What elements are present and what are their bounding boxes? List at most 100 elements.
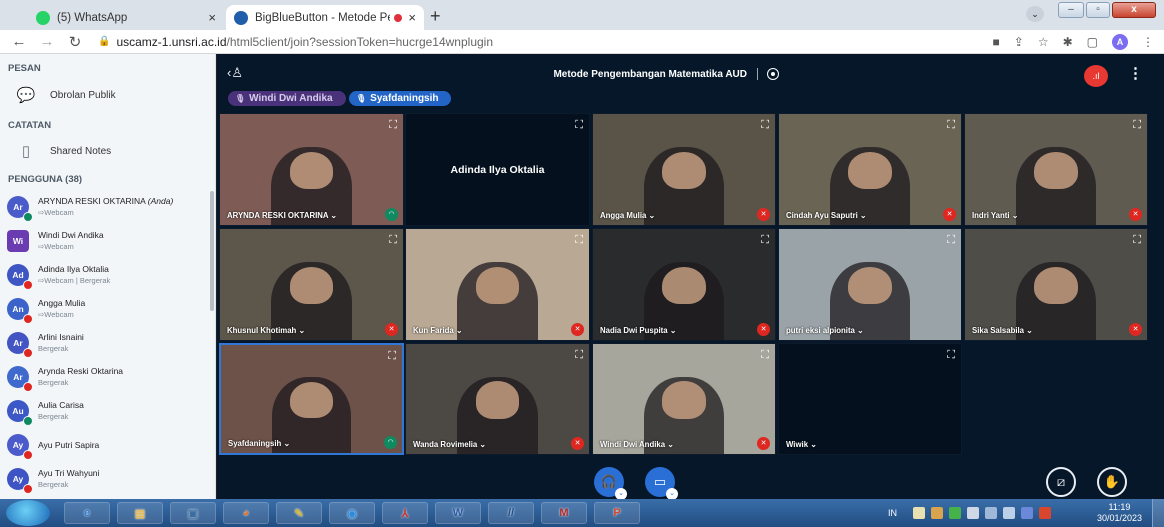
volume-icon[interactable]	[985, 507, 997, 519]
user-list-scrollbar[interactable]	[210, 191, 214, 311]
raise-hand-button[interactable]: ✋	[1097, 467, 1127, 497]
options-menu-icon[interactable]: ⋮	[1128, 64, 1143, 82]
menu-icon[interactable]: ⋮	[1142, 35, 1154, 49]
user-list-item[interactable]: Ar ARYNDA RESKI OKTARINA (Anda) ⇨Webcam	[0, 190, 214, 224]
fullscreen-icon[interactable]: ⛶	[947, 234, 955, 247]
participant-name[interactable]: Windi Dwi Andika ⌄	[600, 440, 674, 449]
back-button[interactable]: ←	[10, 33, 28, 50]
participant-name[interactable]: Wanda Rovimelia ⌄	[413, 440, 486, 449]
participant-name[interactable]: Khusnul Khotimah ⌄	[227, 326, 305, 335]
fullscreen-icon[interactable]: ⛶	[575, 119, 583, 132]
taskbar-app-button[interactable]: M	[541, 502, 587, 524]
user-list-item[interactable]: Ad Adinda Ilya Oktalia ⇨Webcam | Bergerak	[0, 258, 214, 292]
video-tile[interactable]: Nadia Dwi Puspita ⌄ ⛶ ✕	[592, 228, 776, 341]
sidepanel-icon[interactable]: ▢	[1087, 35, 1098, 49]
tab-bigbluebutton[interactable]: BigBlueButton - Metode Pen ×	[226, 5, 424, 30]
participant-name[interactable]: Cindah Ayu Saputri ⌄	[786, 211, 866, 220]
video-tile[interactable]: ARYNDA RESKI OKTARINA ⌄ ⛶ ◠	[219, 113, 404, 226]
taskbar-app-button[interactable]: ◕	[223, 502, 269, 524]
drive-icon[interactable]	[949, 507, 961, 519]
participant-name[interactable]: Sika Salsabila ⌄	[972, 326, 1033, 335]
taskbar-app-button[interactable]: ▤	[117, 502, 163, 524]
tab-whatsapp[interactable]: (5) WhatsApp ×	[28, 5, 224, 30]
taskbar-app-button[interactable]: ▣	[170, 502, 216, 524]
close-window-button[interactable]: x	[1112, 2, 1156, 18]
participant-name[interactable]: ARYNDA RESKI OKTARINA ⌄	[227, 211, 337, 220]
close-tab-icon[interactable]: ×	[408, 10, 416, 25]
webcam-button[interactable]: ▭ ⌄	[645, 467, 678, 500]
taskbar-app-button[interactable]: W	[435, 502, 481, 524]
video-tile[interactable]: Wanda Rovimelia ⌄ ⛶ ✕	[405, 343, 590, 455]
participant-name[interactable]: Nadia Dwi Puspita ⌄	[600, 326, 676, 335]
public-chat-item[interactable]: 💬 Obrolan Publik	[0, 84, 214, 106]
video-tile[interactable]: Cindah Ayu Saputri ⌄ ⛶ ✕	[778, 113, 962, 226]
screenshare-button[interactable]: ⧄	[1046, 467, 1076, 497]
video-tile[interactable]: Kun Farida ⌄ ⛶ ✕	[405, 228, 590, 341]
star-icon[interactable]: ☆	[1038, 35, 1049, 49]
fullscreen-icon[interactable]: ⛶	[761, 349, 769, 362]
user-list-item[interactable]: Ay Ayu Putri Sapira	[0, 428, 214, 462]
taskbar-app-button[interactable]: ◉	[329, 502, 375, 524]
start-button[interactable]	[6, 500, 50, 526]
new-tab-button[interactable]: +	[430, 6, 441, 27]
user-list-item[interactable]: Ay Ayu Tri Wahyuni Bergerak	[0, 462, 214, 496]
video-tile[interactable]: Syafdaningsih ⌄ ⛶ ◠	[219, 343, 404, 455]
fullscreen-icon[interactable]: ⛶	[388, 350, 396, 363]
participant-name[interactable]: Wiwik ⌄	[786, 440, 817, 449]
video-tile[interactable]: Angga Mulia ⌄ ⛶ ✕	[592, 113, 776, 226]
fullscreen-icon[interactable]: ⛶	[575, 234, 583, 247]
taskbar-app-button[interactable]: //	[488, 502, 534, 524]
minimize-button[interactable]: –	[1058, 2, 1084, 18]
video-tile[interactable]: Indri Yanti ⌄ ⛶ ✕	[964, 113, 1148, 226]
tray-app-icon[interactable]	[1021, 507, 1033, 519]
show-desktop-button[interactable]	[1152, 499, 1164, 527]
reload-button[interactable]: ↻	[66, 33, 84, 51]
profile-avatar[interactable]: A	[1112, 34, 1128, 50]
signal-icon[interactable]	[1003, 507, 1015, 519]
user-list-item[interactable]: An Angga Mulia ⇨Webcam	[0, 292, 214, 326]
flag-icon[interactable]	[1039, 507, 1051, 519]
participant-name[interactable]: Indri Yanti ⌄	[972, 211, 1018, 220]
close-tab-icon[interactable]: ×	[208, 10, 216, 25]
fullscreen-icon[interactable]: ⛶	[761, 234, 769, 247]
fullscreen-icon[interactable]: ⛶	[761, 119, 769, 132]
tray-app-icon[interactable]	[931, 507, 943, 519]
maximize-button[interactable]: ▫	[1086, 2, 1110, 18]
forward-button[interactable]: →	[38, 33, 56, 50]
video-tile[interactable]: putri eksi alpionita ⌄ ⛶	[778, 228, 962, 341]
clock[interactable]: 11:19 30/01/2023	[1097, 502, 1142, 524]
video-tile[interactable]: Wiwik ⌄ ⛶	[778, 343, 962, 455]
taskbar-app-button[interactable]: ⅄	[382, 502, 428, 524]
camera-icon[interactable]: ■	[993, 35, 1000, 49]
url-field[interactable]: 🔒 uscamz-1.unsri.ac.id /html5client/join…	[98, 35, 493, 49]
network-icon[interactable]	[967, 507, 979, 519]
audio-button[interactable]: 🎧 ⌄	[594, 467, 627, 500]
user-list-item[interactable]: Ar Arlini Isnaini Bergerak	[0, 326, 214, 360]
extensions-icon[interactable]: ✱	[1063, 35, 1073, 49]
user-list-item[interactable]: Wi Windi Dwi Andika ⇨Webcam	[0, 224, 214, 258]
video-tile[interactable]: Windi Dwi Andika ⌄ ⛶ ✕	[592, 343, 776, 455]
fullscreen-icon[interactable]: ⛶	[947, 119, 955, 132]
user-list-item[interactable]: Au Aulia Carisa Bergerak	[0, 394, 214, 428]
participant-name[interactable]: Kun Farida ⌄	[413, 326, 462, 335]
participant-name[interactable]: Angga Mulia ⌄	[600, 211, 655, 220]
taskbar-app-button[interactable]: e	[64, 502, 110, 524]
video-tile[interactable]: Khusnul Khotimah ⌄ ⛶ ✕	[219, 228, 404, 341]
participant-name[interactable]: putri eksi alpionita ⌄	[786, 326, 864, 335]
language-indicator[interactable]: IN	[888, 508, 897, 518]
tab-search-icon[interactable]: ⌄	[1026, 6, 1044, 22]
taskbar-app-button[interactable]: ✎	[276, 502, 322, 524]
fullscreen-icon[interactable]: ⛶	[389, 234, 397, 247]
fullscreen-icon[interactable]: ⛶	[389, 119, 397, 132]
toggle-userlist-icon[interactable]: ‹♙	[227, 65, 243, 81]
fullscreen-icon[interactable]: ⛶	[947, 349, 955, 362]
recording-icon[interactable]	[767, 68, 779, 80]
shared-notes-item[interactable]: ▯ Shared Notes	[0, 140, 214, 162]
video-tile[interactable]: Sika Salsabila ⌄ ⛶ ✕	[964, 228, 1148, 341]
connection-status-icon[interactable]: .ıl	[1084, 65, 1108, 87]
video-tile[interactable]: Adinda Ilya Oktalia ⛶	[405, 113, 590, 226]
fullscreen-icon[interactable]: ⛶	[1133, 119, 1141, 132]
taskbar-app-button[interactable]: P	[594, 502, 640, 524]
user-list-item[interactable]: Ar Arynda Reski Oktarina Bergerak	[0, 360, 214, 394]
tray-app-icon[interactable]	[913, 507, 925, 519]
